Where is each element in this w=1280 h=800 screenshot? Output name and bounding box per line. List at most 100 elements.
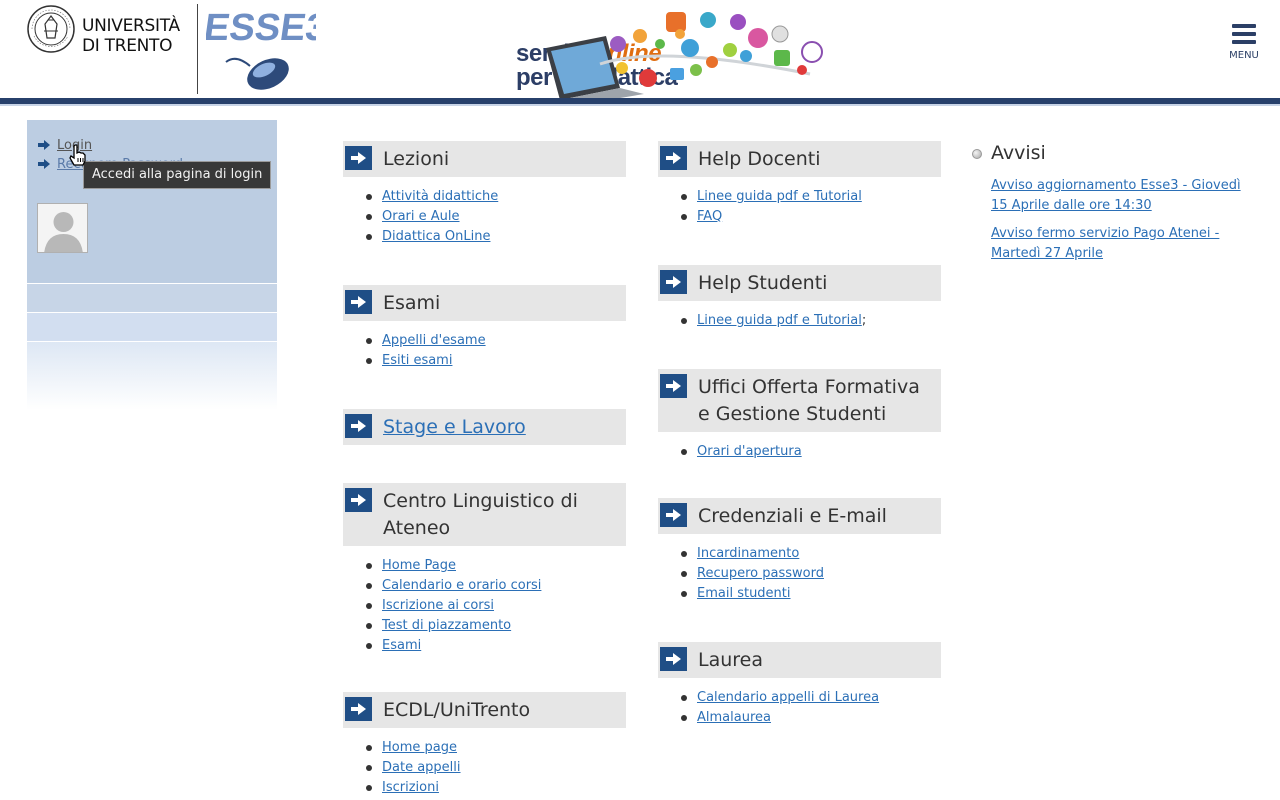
attivita-didattiche-link[interactable]: Attività didattiche <box>382 189 498 204</box>
ecdl-date-link[interactable]: Date appelli <box>382 760 461 775</box>
avviso-item: Avviso fermo servizio Pago Atenei - Mart… <box>991 224 1249 264</box>
docenti-linee-guida-link[interactable]: Linee guida pdf e Tutorial <box>697 189 862 204</box>
faq-link[interactable]: FAQ <box>697 209 722 224</box>
esami-section: Esami Appelli d'esame Esiti esami <box>343 285 626 371</box>
list-item: Linee guida pdf e Tutorial; <box>680 311 941 331</box>
uffici-section: Uffici Offerta Formativa e Gestione Stud… <box>658 369 941 462</box>
avviso-aggiornamento-link[interactable]: Avviso aggiornamento Esse3 - Giovedì 15 … <box>991 178 1241 213</box>
section-header: Esami <box>343 285 626 321</box>
university-seal-icon <box>27 5 75 53</box>
link-list: Linee guida pdf e Tutorial FAQ <box>658 187 941 227</box>
avviso-fermo-link[interactable]: Avviso fermo servizio Pago Atenei - Mart… <box>991 226 1219 261</box>
arrow-right-icon <box>38 140 50 150</box>
section-title: Laurea <box>698 649 763 671</box>
list-item: Incardinamento <box>680 544 941 564</box>
link-list: Home page Date appelli Iscrizioni <box>343 738 626 798</box>
link-list: Calendario appelli di Laurea Almalaurea <box>658 688 941 728</box>
section-title: Esami <box>383 292 441 314</box>
esse3-logo[interactable]: ESSE3 servizi online per la didattica <box>206 2 678 96</box>
recupero-password-link[interactable]: Recupero password <box>697 566 824 581</box>
avviso-item: Avviso aggiornamento Esse3 - Giovedì 15 … <box>991 176 1249 216</box>
esse3-word: ESSE3 <box>206 6 316 49</box>
list-item: Recupero password <box>680 564 941 584</box>
section-header: ECDL/UniTrento <box>343 692 626 728</box>
email-studenti-link[interactable]: Email studenti <box>697 586 791 601</box>
list-item: FAQ <box>680 207 941 227</box>
user-placeholder-icon <box>38 204 87 252</box>
section-header: Help Docenti <box>658 141 941 177</box>
university-name-line1: UNIVERSITÀ <box>82 16 180 36</box>
arrow-right-icon <box>345 290 372 314</box>
link-list: Incardinamento Recupero password Email s… <box>658 544 941 604</box>
link-list: Home Page Calendario e orario corsi Iscr… <box>343 556 626 656</box>
list-item: Iscrizione ai corsi <box>365 596 626 616</box>
avvisi-header: Avvisi <box>971 140 1251 170</box>
university-name-line2: DI TRENTO <box>82 36 173 56</box>
menu-label: MENU <box>1229 50 1259 61</box>
university-name: UNIVERSITÀ DI TRENTO <box>82 16 180 56</box>
header-bar <box>0 98 1280 106</box>
laptop-illustration-icon <box>546 12 823 102</box>
menu-button[interactable]: MENU <box>1224 22 1264 64</box>
stage-lavoro-section: Stage e Lavoro <box>343 409 626 445</box>
avatar <box>37 203 88 253</box>
list-item: Appelli d'esame <box>365 331 626 351</box>
ecdl-home-link[interactable]: Home page <box>382 740 457 755</box>
section-header: Laurea <box>658 642 941 678</box>
list-item: Didattica OnLine <box>365 227 626 247</box>
cla-home-link[interactable]: Home Page <box>382 558 456 573</box>
incardinamento-link[interactable]: Incardinamento <box>697 546 799 561</box>
list-item: Esiti esami <box>365 351 626 371</box>
orari-apertura-link[interactable]: Orari d'apertura <box>697 444 802 459</box>
list-item: Email studenti <box>680 584 941 604</box>
almalaurea-link[interactable]: Almalaurea <box>697 710 771 725</box>
list-item: Date appelli <box>365 758 626 778</box>
link-list: Orari d'apertura <box>658 442 941 462</box>
site-header: UNIVERSITÀ DI TRENTO ESSE3 servizi onlin… <box>0 0 1280 102</box>
cla-esami-link[interactable]: Esami <box>382 638 421 653</box>
hand-pointer-icon <box>69 144 86 166</box>
orari-aule-link[interactable]: Orari e Aule <box>382 209 460 224</box>
didattica-online-link[interactable]: Didattica OnLine <box>382 229 490 244</box>
arrow-right-icon <box>660 146 687 170</box>
link-list: Appelli d'esame Esiti esami <box>343 331 626 371</box>
list-item: Esami <box>365 636 626 656</box>
section-header: Stage e Lavoro <box>343 409 626 445</box>
stage-lavoro-link[interactable]: Stage e Lavoro <box>383 414 618 441</box>
help-docenti-section: Help Docenti Linee guida pdf e Tutorial … <box>658 141 941 227</box>
studenti-linee-guida-link[interactable]: Linee guida pdf e Tutorial <box>697 313 862 328</box>
cla-test-link[interactable]: Test di piazzamento <box>382 618 511 633</box>
arrow-right-icon <box>345 488 372 512</box>
credenziali-section: Credenziali e E-mail Incardinamento Recu… <box>658 498 941 604</box>
section-header: Help Studenti <box>658 265 941 301</box>
section-header: Credenziali e E-mail <box>658 498 941 534</box>
esse3-mark-icon: ESSE3 <box>206 6 316 90</box>
list-item: Calendario e orario corsi <box>365 576 626 596</box>
calendario-laurea-link[interactable]: Calendario appelli di Laurea <box>697 690 879 705</box>
esiti-esami-link[interactable]: Esiti esami <box>382 353 452 368</box>
list-item: Orari e Aule <box>365 207 626 227</box>
sidebar-strip <box>27 284 277 312</box>
link-list: Attività didattiche Orari e Aule Didatti… <box>343 187 626 247</box>
arrow-right-icon <box>345 697 372 721</box>
help-studenti-section: Help Studenti Linee guida pdf e Tutorial… <box>658 265 941 331</box>
ecdl-iscrizioni-link[interactable]: Iscrizioni <box>382 780 439 795</box>
arrow-right-icon <box>345 146 372 170</box>
trailing-punctuation: ; <box>861 313 867 328</box>
list-item: Home Page <box>365 556 626 576</box>
arrow-right-icon <box>660 374 687 398</box>
cla-calendario-link[interactable]: Calendario e orario corsi <box>382 578 541 593</box>
section-title: Centro Linguistico di Ateneo <box>383 490 578 539</box>
list-item: Iscrizioni <box>365 778 626 798</box>
list-item: Test di piazzamento <box>365 616 626 636</box>
sidebar-fade <box>27 342 277 410</box>
arrow-right-icon <box>38 159 50 169</box>
list-item: Attività didattiche <box>365 187 626 207</box>
list-item: Orari d'apertura <box>680 442 941 462</box>
university-logo[interactable]: UNIVERSITÀ DI TRENTO <box>26 4 190 56</box>
section-title: ECDL/UniTrento <box>383 699 531 721</box>
arrow-right-icon <box>660 270 687 294</box>
cla-iscrizione-link[interactable]: Iscrizione ai corsi <box>382 598 494 613</box>
appelli-esame-link[interactable]: Appelli d'esame <box>382 333 486 348</box>
section-title: Help Docenti <box>698 148 821 170</box>
